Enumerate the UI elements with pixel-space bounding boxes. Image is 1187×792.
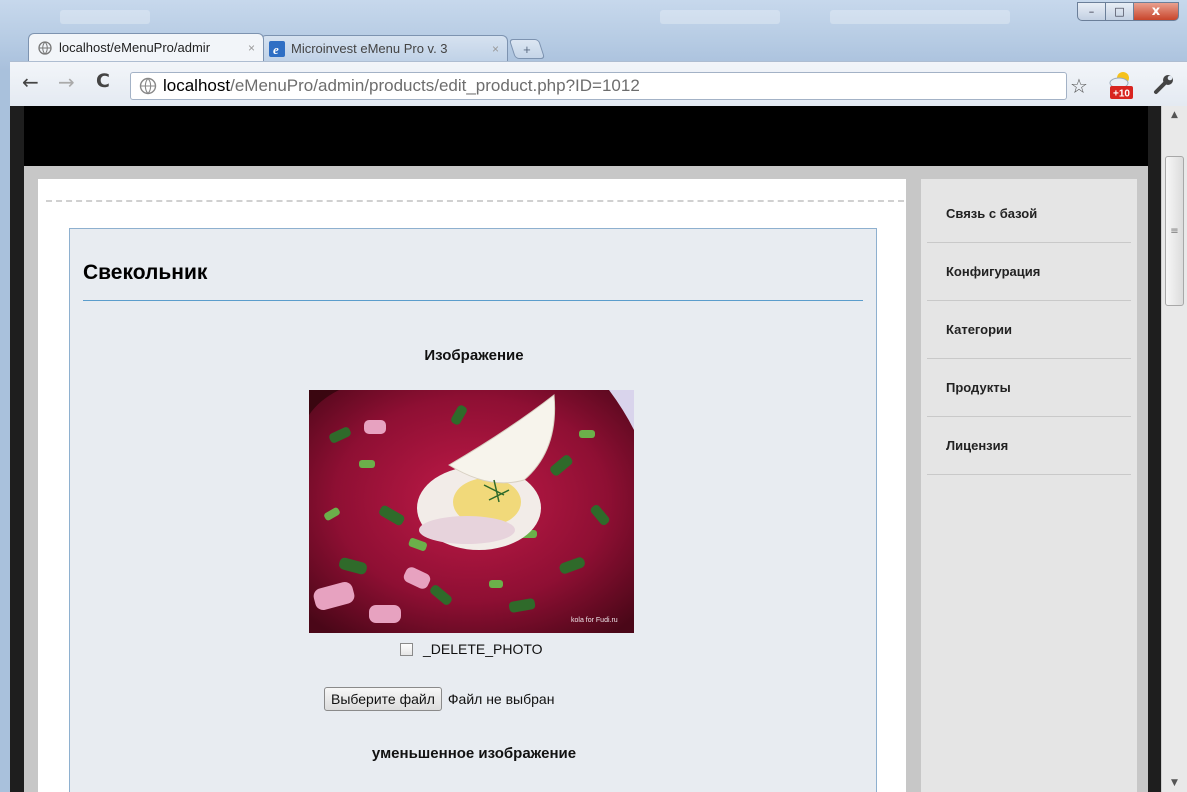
new-tab-button[interactable]: +: [508, 39, 546, 59]
bookmark-star-icon[interactable]: ☆: [1070, 74, 1088, 98]
titlebar-glass: [660, 10, 780, 24]
maximize-button[interactable]: □: [1105, 2, 1133, 21]
thumbnail-heading: уменьшенное изображение: [371, 745, 577, 762]
product-panel: Свекольник Изображение kola for Fudi.ru …: [69, 228, 877, 792]
sidebar-item-configuration[interactable]: Конфигурация: [927, 243, 1131, 301]
wrench-icon[interactable]: [1152, 72, 1176, 96]
title-underline: [83, 300, 863, 301]
sidebar: Связь с базой Конфигурация Категории Про…: [921, 179, 1137, 792]
browser-toolbar: ← → C localhost/eMenuPro/admin/products/…: [10, 61, 1187, 106]
tab-label: localhost/eMenuPro/admir: [59, 40, 211, 55]
site-header: [24, 106, 1148, 166]
product-title: Свекольник: [83, 261, 208, 284]
sidebar-item-db-connection[interactable]: Связь с базой: [927, 185, 1131, 243]
scroll-up-icon[interactable]: ▲: [1162, 106, 1187, 124]
page-icon: [139, 77, 157, 95]
forward-icon[interactable]: →: [58, 70, 75, 94]
tab-strip: localhost/eMenuPro/admir × e Microinvest…: [28, 33, 546, 61]
vertical-scrollbar[interactable]: ▲ ≡ ▼: [1161, 106, 1187, 792]
delete-photo-checkbox[interactable]: [400, 642, 413, 656]
svg-text:+10: +10: [1113, 89, 1130, 100]
main-content: Свекольник Изображение kola for Fudi.ru …: [38, 179, 906, 792]
address-bar[interactable]: localhost/eMenuPro/admin/products/edit_p…: [130, 72, 1067, 100]
reload-icon[interactable]: C: [96, 70, 110, 92]
url-text: localhost/eMenuPro/admin/products/edit_p…: [163, 76, 640, 95]
page-viewport: Свекольник Изображение kola for Fudi.ru …: [10, 106, 1187, 792]
titlebar-glass: [60, 10, 150, 24]
scroll-down-icon[interactable]: ▼: [1162, 774, 1187, 792]
product-photo: kola for Fudi.ru: [309, 390, 634, 633]
minimize-button[interactable]: –: [1077, 2, 1105, 21]
titlebar-glass: [830, 10, 1010, 24]
dashed-divider: [46, 200, 904, 202]
tab-admin[interactable]: localhost/eMenuPro/admir ×: [28, 33, 264, 61]
file-status: Файл не выбран: [447, 691, 555, 707]
window-titlebar[interactable]: – □ x localhost/eMenuPro/admir × e Micro…: [0, 0, 1187, 70]
choose-file-button[interactable]: Выберите файл: [324, 687, 442, 711]
photo-watermark: kola for Fudi.ru: [571, 617, 618, 624]
ie-icon: e: [269, 40, 285, 57]
back-icon[interactable]: ←: [22, 70, 39, 94]
sidebar-item-products[interactable]: Продукты: [927, 359, 1131, 417]
delete-photo-label: _DELETE_PHOTO: [423, 641, 543, 657]
tab-label: Microinvest eMenu Pro v. 3: [291, 41, 448, 56]
tab-microinvest[interactable]: e Microinvest eMenu Pro v. 3 ×: [260, 35, 508, 61]
window-controls: – □ x: [1077, 2, 1179, 21]
close-tab-icon[interactable]: ×: [248, 41, 255, 55]
svg-text:e: e: [273, 42, 279, 57]
scroll-thumb[interactable]: ≡: [1165, 156, 1184, 306]
close-window-button[interactable]: x: [1133, 2, 1179, 21]
sidebar-item-license[interactable]: Лицензия: [927, 417, 1131, 475]
weather-extension-icon[interactable]: +10: [1108, 70, 1134, 100]
image-heading: Изображение: [424, 347, 524, 364]
globe-icon: [37, 40, 53, 56]
sidebar-item-categories[interactable]: Категории: [927, 301, 1131, 359]
delete-photo-row: _DELETE_PHOTO: [400, 641, 543, 657]
close-tab-icon[interactable]: ×: [492, 42, 499, 56]
file-upload-row: Выберите файл Файл не выбран: [324, 687, 554, 711]
